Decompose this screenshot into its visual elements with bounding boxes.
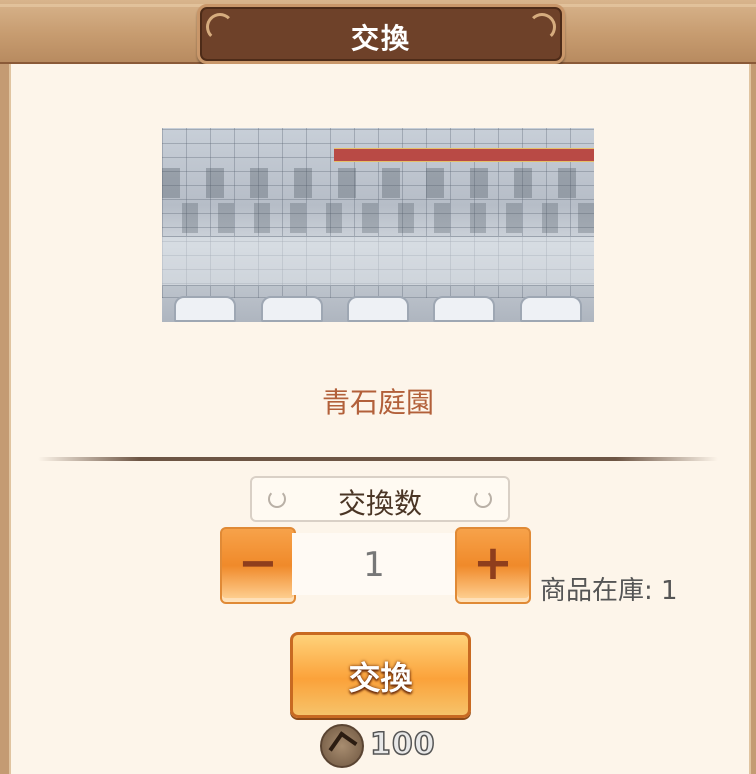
stock-count: 商品在庫: 1 (540, 576, 678, 606)
increase-quantity-button[interactable]: + (455, 527, 531, 604)
quantity-value: 1 (363, 545, 385, 585)
quantity-field[interactable]: 1 (292, 533, 456, 595)
railing-post (346, 296, 409, 322)
decrease-quantity-button[interactable]: − (220, 527, 296, 604)
preview-railing (162, 296, 594, 322)
quantity-label-banner: 交換数 (250, 476, 510, 522)
preview-path (162, 236, 594, 286)
item-preview-image (162, 128, 594, 322)
exchange-button-label: 交換 (348, 659, 413, 697)
divider (38, 457, 718, 461)
title-plaque: 交換 (197, 4, 565, 64)
railing-post (260, 296, 323, 322)
preview-shade-2 (162, 203, 594, 233)
coin-icon (320, 724, 364, 768)
preview-shade-1 (162, 168, 594, 198)
item-name: 青石庭園 (321, 386, 434, 419)
railing-post (433, 296, 496, 322)
railing-post (174, 296, 237, 322)
quantity-label: 交換数 (337, 487, 422, 520)
preview-carpet (334, 148, 594, 162)
railing-post (519, 296, 582, 322)
dialog-frame: 交換 青石庭園 交換数 − 1 + 商品在庫: 1 交換 100 (0, 0, 756, 774)
dialog-title: 交換 (350, 22, 411, 55)
cost-value: 100 (369, 726, 436, 763)
exchange-button[interactable]: 交換 (290, 632, 471, 718)
